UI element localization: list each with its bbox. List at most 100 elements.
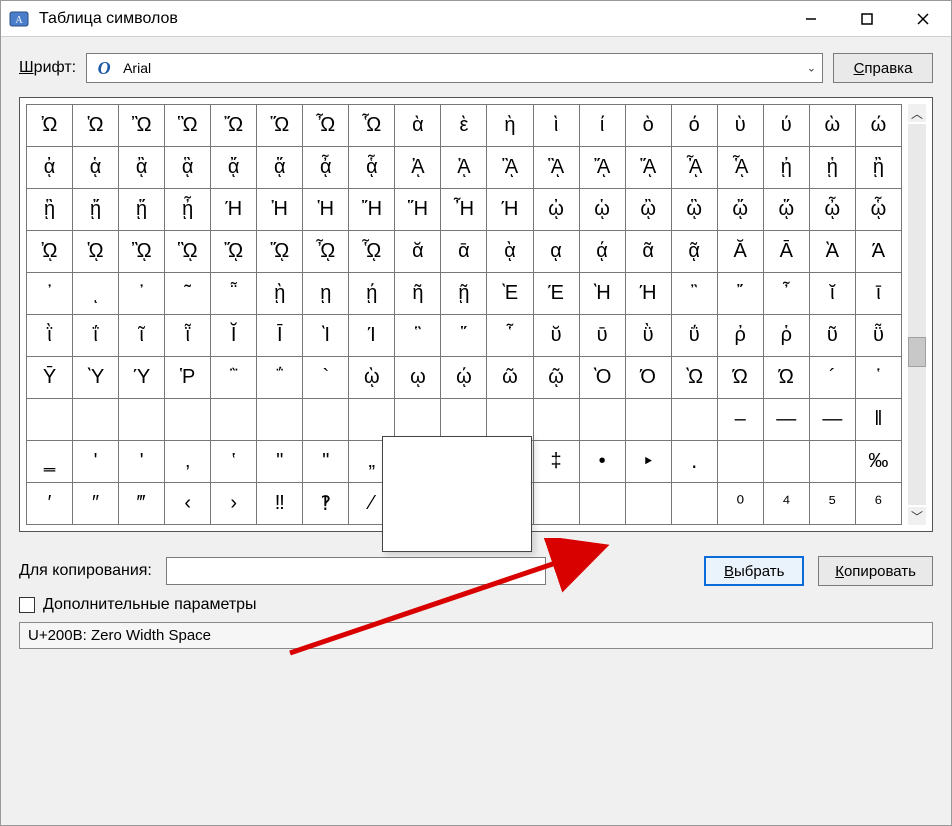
char-cell[interactable]: ῝ xyxy=(395,315,441,357)
copy-button[interactable]: Копировать xyxy=(818,556,933,586)
char-cell[interactable]: ᾱ xyxy=(441,231,487,273)
char-cell[interactable]: ‒ xyxy=(717,399,763,441)
char-cell[interactable]: ῳ xyxy=(395,357,441,399)
char-cell[interactable]: ‛ xyxy=(211,441,257,483)
char-cell[interactable]: ᾐ xyxy=(763,147,809,189)
char-cell[interactable]: ᾆ xyxy=(303,147,349,189)
char-cell[interactable]: ῒ xyxy=(27,315,73,357)
char-cell[interactable]: ᾧ xyxy=(855,189,901,231)
char-cell[interactable]: ‗ xyxy=(27,441,73,483)
char-cell[interactable]: Ὡ xyxy=(73,105,119,147)
char-cell[interactable]: ῤ xyxy=(717,315,763,357)
char-cell[interactable]: ῶ xyxy=(487,357,533,399)
char-cell[interactable] xyxy=(73,399,119,441)
char-cell[interactable] xyxy=(625,483,671,525)
char-cell[interactable]: ό xyxy=(671,105,717,147)
char-cell[interactable]: ῟ xyxy=(487,315,533,357)
char-cell[interactable]: Ὰ xyxy=(809,231,855,273)
char-cell[interactable]: ΐ xyxy=(73,315,119,357)
char-cell[interactable] xyxy=(533,399,579,441)
char-cell[interactable]: ⁶ xyxy=(855,483,901,525)
char-cell[interactable]: — xyxy=(763,399,809,441)
char-cell[interactable]: ῍ xyxy=(671,273,717,315)
char-cell[interactable]: ῇ xyxy=(441,273,487,315)
char-cell[interactable]: ῭ xyxy=(211,357,257,399)
minimize-button[interactable] xyxy=(783,1,839,37)
char-cell[interactable]: ᾴ xyxy=(579,231,625,273)
char-cell[interactable]: ‰ xyxy=(855,441,901,483)
char-cell[interactable]: ᾋ xyxy=(533,147,579,189)
char-cell[interactable]: Ἥ xyxy=(395,189,441,231)
char-cell[interactable]: ⁴ xyxy=(763,483,809,525)
maximize-button[interactable] xyxy=(839,1,895,37)
char-cell[interactable] xyxy=(763,441,809,483)
char-cell[interactable]: ῄ xyxy=(349,273,395,315)
char-cell[interactable]: Ὲ xyxy=(487,273,533,315)
char-cell[interactable]: ὴ xyxy=(487,105,533,147)
char-cell[interactable]: ᾷ xyxy=(671,231,717,273)
char-cell[interactable]: ῀ xyxy=(165,273,211,315)
char-cell[interactable]: ῁ xyxy=(211,273,257,315)
char-cell[interactable]: ῡ xyxy=(579,315,625,357)
char-cell[interactable] xyxy=(717,441,763,483)
char-cell[interactable]: ᾀ xyxy=(27,147,73,189)
close-button[interactable] xyxy=(895,1,951,37)
char-cell[interactable]: ᾯ xyxy=(349,231,395,273)
char-cell[interactable] xyxy=(487,399,533,441)
char-cell[interactable]: ᾫ xyxy=(165,231,211,273)
char-cell[interactable]: Ὦ xyxy=(303,105,349,147)
char-cell[interactable]: ᾑ xyxy=(809,147,855,189)
char-cell[interactable]: ῆ xyxy=(395,273,441,315)
char-cell[interactable]: Ἠ xyxy=(257,189,303,231)
char-cell[interactable] xyxy=(211,399,257,441)
char-cell[interactable]: ῠ xyxy=(533,315,579,357)
scroll-track[interactable] xyxy=(908,124,926,505)
char-cell[interactable]: ᾳ xyxy=(533,231,579,273)
char-cell[interactable]: ὸ xyxy=(625,105,671,147)
char-cell[interactable]: Ύ xyxy=(119,357,165,399)
char-cell[interactable]: Ῥ xyxy=(165,357,211,399)
char-cell[interactable]: ᾍ xyxy=(625,147,671,189)
char-cell[interactable]: Ὠ xyxy=(27,105,73,147)
char-cell[interactable]: ᾡ xyxy=(579,189,625,231)
char-cell[interactable]: ῞ xyxy=(441,315,487,357)
char-cell[interactable]: ᾣ xyxy=(671,189,717,231)
char-cell[interactable]: ᾩ xyxy=(73,231,119,273)
char-cell[interactable]: ῑ xyxy=(855,273,901,315)
char-cell[interactable]: ᾤ xyxy=(717,189,763,231)
char-cell[interactable]: Έ xyxy=(533,273,579,315)
char-cell[interactable]: ᾕ xyxy=(119,189,165,231)
char-cell[interactable]: ‹ xyxy=(165,483,211,525)
char-cell[interactable]: ῢ xyxy=(625,315,671,357)
char-cell[interactable]: ύ xyxy=(763,105,809,147)
char-cell[interactable]: ‽ xyxy=(303,483,349,525)
char-cell[interactable]: ' xyxy=(119,441,165,483)
help-button[interactable]: Справка xyxy=(833,53,933,83)
char-cell[interactable]: ὺ xyxy=(717,105,763,147)
char-cell[interactable]: ᾲ xyxy=(487,231,533,273)
char-cell[interactable]: Ἦ xyxy=(441,189,487,231)
char-cell[interactable]: Ά xyxy=(855,231,901,273)
char-cell[interactable]: ᾽ xyxy=(27,273,73,315)
char-cell[interactable]: ῗ xyxy=(165,315,211,357)
char-cell[interactable]: ᾅ xyxy=(257,147,303,189)
char-cell[interactable] xyxy=(303,399,349,441)
char-cell[interactable]: Ό xyxy=(625,357,671,399)
char-cell[interactable]: ‼ xyxy=(257,483,303,525)
copy-input[interactable] xyxy=(166,557,546,585)
char-cell[interactable]: Ᾱ xyxy=(763,231,809,273)
char-cell[interactable]: ᾪ xyxy=(119,231,165,273)
grid-scrollbar[interactable]: ︿ ﹀ xyxy=(906,104,928,525)
char-cell[interactable]: ⁰ xyxy=(717,483,763,525)
char-cell[interactable]: Ώ xyxy=(763,357,809,399)
char-cell[interactable]: ᾄ xyxy=(211,147,257,189)
char-cell[interactable]: ώ xyxy=(855,105,901,147)
char-cell[interactable]: ․ xyxy=(671,441,717,483)
char-cell[interactable]: ᾒ xyxy=(855,147,901,189)
char-cell[interactable]: ᾨ xyxy=(27,231,73,273)
char-cell[interactable]: ᾁ xyxy=(73,147,119,189)
char-cell[interactable]: ὼ xyxy=(809,105,855,147)
char-cell[interactable]: ͺ xyxy=(73,273,119,315)
char-cell[interactable]: Ή xyxy=(487,189,533,231)
char-cell[interactable]: ― xyxy=(809,399,855,441)
